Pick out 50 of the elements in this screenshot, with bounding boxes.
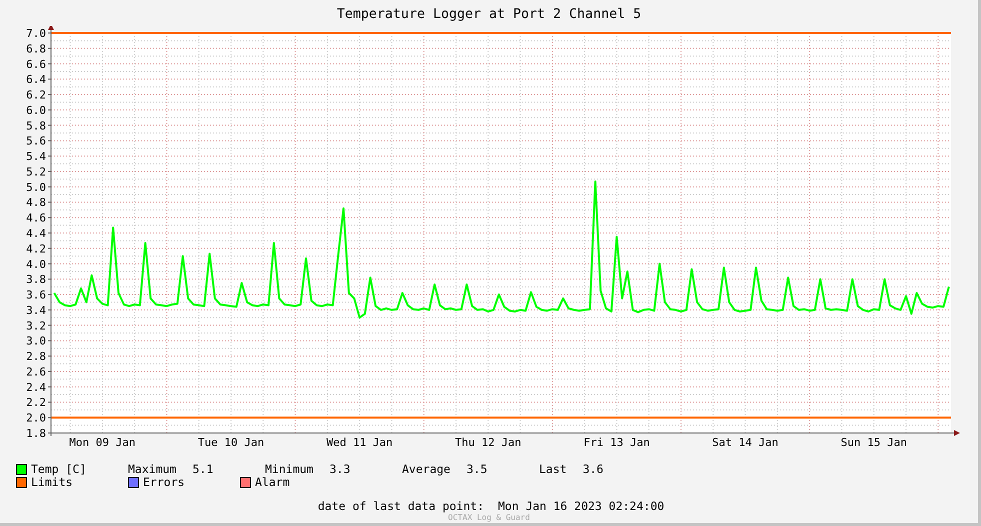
y-tick-label: 6.4 — [26, 73, 46, 86]
y-tick-label: 3.2 — [26, 319, 46, 332]
stat-value: 3.5 — [466, 462, 488, 476]
last-data-label: date of last data point: — [318, 499, 484, 513]
x-tick-label: Sat 14 Jan — [712, 436, 778, 449]
y-tick-label: 3.0 — [26, 334, 46, 348]
y-tick-label: 2.8 — [26, 350, 46, 364]
last-data-value: Mon Jan 16 2023 02:24:00 — [498, 499, 664, 513]
y-tick-label: 7.0 — [26, 27, 46, 40]
stat-label: Maximum — [128, 462, 176, 476]
stat-label: Last — [539, 462, 567, 476]
legend-label: Alarm — [255, 475, 290, 489]
y-tick-label: 5.0 — [26, 180, 46, 194]
x-tick-label: Tue 10 Jan — [198, 436, 264, 449]
x-tick-label: Sun 15 Jan — [840, 436, 907, 449]
y-tick-label: 2.2 — [26, 396, 46, 410]
stat-label: Minimum — [265, 462, 314, 476]
y-tick-label: 5.2 — [26, 165, 46, 178]
y-tick-label: 3.6 — [26, 288, 46, 302]
x-tick-label: Wed 11 Jan — [326, 436, 393, 449]
x-tick-label: Thu 12 Jan — [455, 436, 522, 449]
y-tick-label: 2.0 — [26, 412, 46, 425]
y-tick-label: 6.6 — [26, 58, 46, 71]
y-tick-label: 1.8 — [26, 427, 46, 440]
y-tick-label: 4.4 — [26, 227, 46, 240]
y-tick-label: 4.0 — [26, 258, 46, 271]
y-tick-label: 6.8 — [26, 42, 46, 56]
y-tick-label: 5.4 — [26, 150, 46, 164]
x-tick-label: Fri 13 Jan — [584, 436, 650, 449]
y-tick-label: 4.6 — [26, 212, 46, 225]
legend-label: Temp [C] — [31, 462, 86, 476]
legend-label: Errors — [143, 475, 185, 489]
y-tick-label: 5.6 — [26, 134, 46, 148]
y-tick-label: 2.6 — [26, 365, 46, 378]
y-tick-label: 3.4 — [26, 304, 46, 317]
stat-value: 3.3 — [329, 462, 350, 476]
credit-text: OCTAX Log & Guard — [447, 513, 531, 522]
y-tick-label: 4.8 — [26, 196, 46, 210]
y-tick-label: 2.4 — [26, 380, 46, 394]
legend-label: Limits — [31, 475, 73, 489]
stat-value: 3.6 — [582, 462, 604, 476]
stat-value: 5.1 — [192, 462, 214, 476]
y-tick-label: 3.8 — [26, 273, 46, 286]
x-tick-label: Mon 09 Jan — [69, 436, 136, 449]
chart-title: Temperature Logger at Port 2 Channel 5 — [336, 6, 642, 24]
stat-label: Average — [402, 462, 450, 476]
y-tick-label: 6.0 — [26, 104, 46, 117]
y-tick-label: 5.8 — [26, 119, 46, 132]
y-tick-label: 4.2 — [26, 242, 46, 256]
y-tick-label: 6.2 — [26, 88, 46, 102]
